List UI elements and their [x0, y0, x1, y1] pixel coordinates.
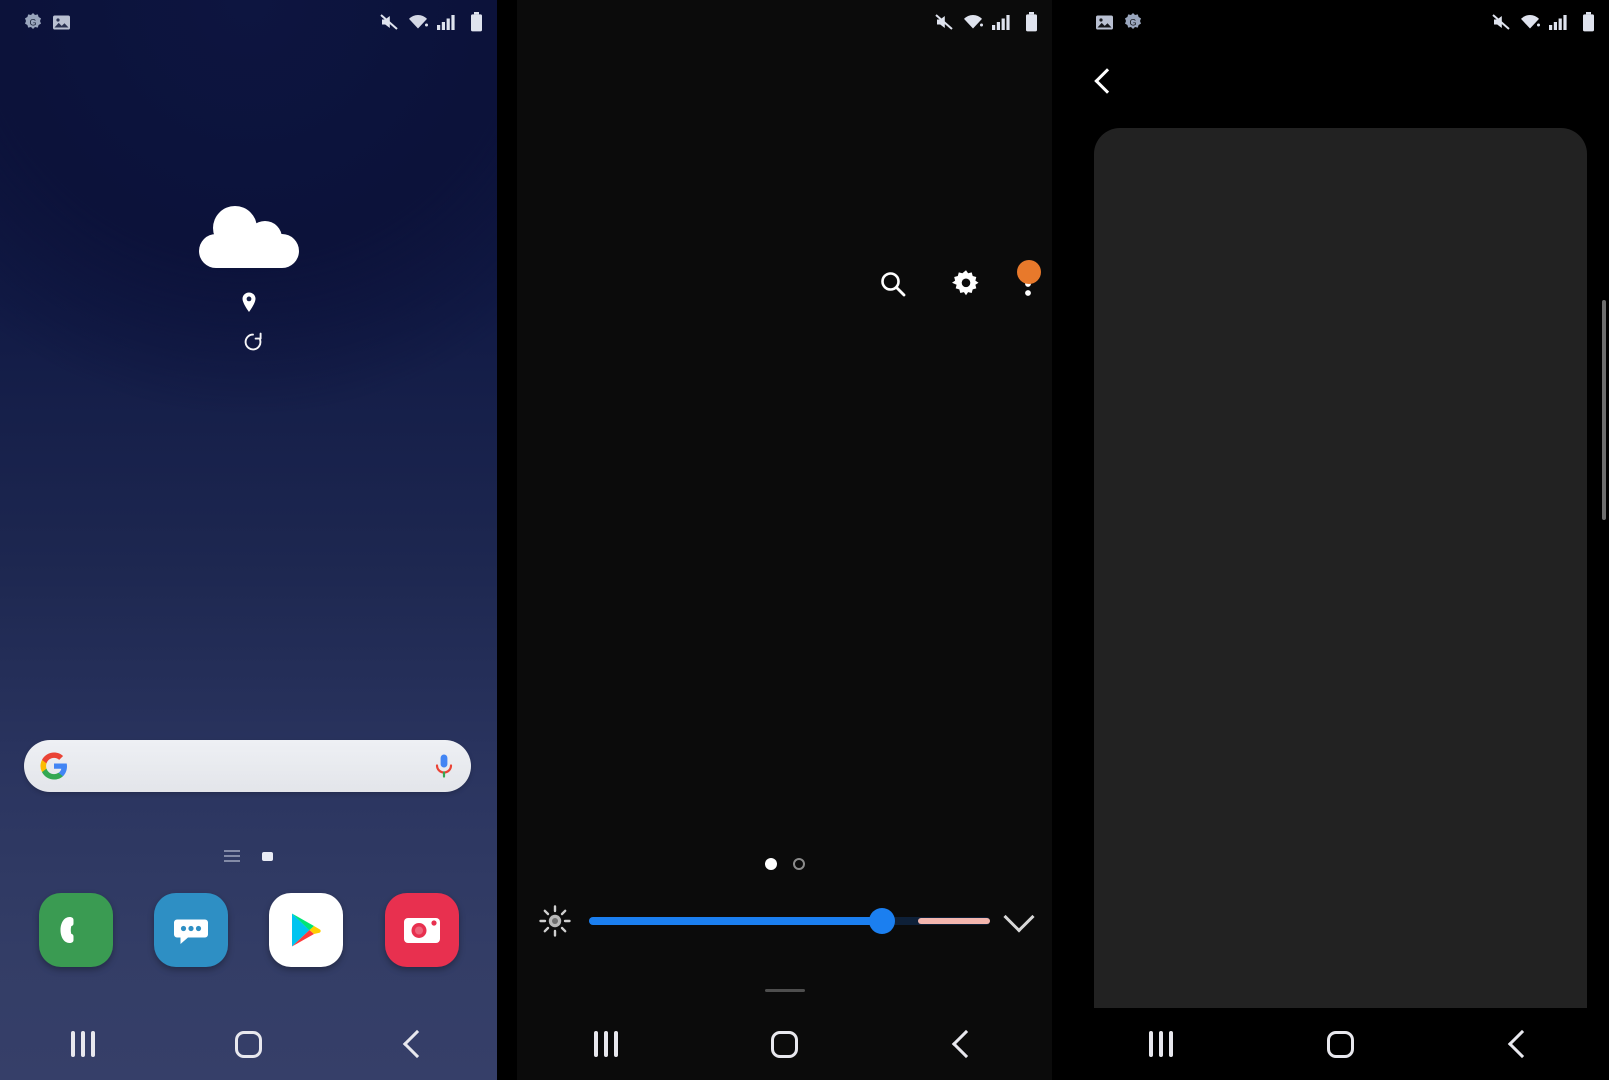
- screenshot-image-icon: [1095, 14, 1114, 31]
- microphone-icon[interactable]: [433, 753, 455, 779]
- brightness-control[interactable]: [517, 898, 1051, 944]
- mute-icon: [933, 12, 955, 32]
- app-dock: [0, 893, 497, 967]
- brightness-slider-handle[interactable]: [868, 908, 895, 934]
- wifi-icon: [1519, 13, 1541, 31]
- recents-button[interactable]: [1126, 1018, 1196, 1070]
- panel-divider-1: [497, 0, 518, 1080]
- location-pin-icon: [0, 292, 497, 318]
- signal-icon: [436, 13, 456, 31]
- phone-icon: [60, 917, 74, 943]
- home-button[interactable]: [750, 1018, 820, 1070]
- back-button[interactable]: [379, 1018, 449, 1070]
- signal-icon: [1548, 13, 1568, 31]
- back-button[interactable]: [928, 1018, 998, 1070]
- quickpanel-action-row: [878, 260, 1041, 300]
- refresh-icon[interactable]: [243, 332, 263, 352]
- panel-home-screen: G: [0, 0, 498, 1080]
- panel-software-info: G: [1071, 0, 1609, 1080]
- back-button[interactable]: [1484, 1018, 1554, 1070]
- play-store-icon: [292, 913, 322, 947]
- mute-icon: [378, 12, 400, 32]
- three-phone-screenshot-composite: G G: [0, 0, 1609, 1080]
- home-button[interactable]: [1305, 1018, 1375, 1070]
- recents-button[interactable]: [571, 1018, 641, 1070]
- battery-icon: [1025, 12, 1038, 32]
- search-icon[interactable]: [878, 269, 908, 299]
- wifi-icon: [962, 13, 984, 31]
- notification-badge: [1016, 260, 1041, 284]
- page-dot-1[interactable]: [764, 858, 777, 870]
- weather-widget[interactable]: [0, 178, 497, 352]
- status-bar-quickpanel: [517, 0, 1051, 44]
- signal-icon: [991, 13, 1011, 31]
- dock-app-phone[interactable]: [38, 893, 113, 967]
- software-info-card: [1093, 128, 1587, 1040]
- navigation-bar-settings: [1072, 1008, 1609, 1080]
- brightness-fill: [589, 917, 882, 925]
- settings-header: [1072, 46, 1609, 116]
- page-dot-active: [262, 851, 274, 861]
- svg-text:G: G: [1129, 18, 1136, 28]
- svg-text:G: G: [29, 18, 36, 28]
- google-search-bar[interactable]: [24, 740, 472, 792]
- camera-icon: [403, 918, 440, 943]
- page-dot-2[interactable]: [792, 858, 805, 870]
- navigation-bar-home: [0, 1008, 497, 1080]
- panel-drag-handle[interactable]: [764, 989, 805, 992]
- status-bar-home: G: [0, 0, 497, 44]
- panel-divider-2: [1051, 0, 1072, 1080]
- brightness-remaining-track: [917, 918, 990, 924]
- quickpanel-clock[interactable]: [517, 84, 1051, 96]
- google-g-icon: [40, 752, 68, 780]
- wifi-icon: [407, 13, 429, 31]
- more-options-icon[interactable]: [1016, 260, 1041, 299]
- mute-icon: [1490, 12, 1512, 32]
- dock-app-messages[interactable]: [153, 893, 228, 967]
- google-assistant-icon: G: [1123, 12, 1143, 32]
- google-assistant-icon: G: [23, 12, 43, 32]
- battery-icon: [1582, 12, 1595, 32]
- quickpanel-page-dots[interactable]: [517, 858, 1051, 870]
- gear-icon[interactable]: [950, 268, 982, 300]
- apps-lines-icon: [224, 850, 241, 862]
- scrollbar[interactable]: [1602, 300, 1606, 520]
- weather-updated-row: [0, 332, 497, 352]
- dock-app-camera[interactable]: [384, 893, 459, 967]
- status-bar-settings: G: [1072, 0, 1609, 44]
- panel-quick-settings: [517, 0, 1052, 1080]
- battery-icon: [470, 12, 483, 32]
- recents-button[interactable]: [48, 1018, 118, 1070]
- home-button[interactable]: [214, 1018, 284, 1070]
- chat-bubble-icon: [173, 919, 208, 944]
- screenshot-image-icon: [52, 14, 71, 31]
- chevron-down-icon[interactable]: [1003, 901, 1035, 933]
- navigation-bar-quickpanel: [517, 1008, 1051, 1080]
- back-arrow-icon[interactable]: [1093, 68, 1120, 94]
- cloud-icon: [198, 206, 299, 268]
- home-page-indicator[interactable]: [0, 850, 497, 862]
- brightness-icon: [539, 905, 572, 937]
- brightness-slider[interactable]: [589, 908, 990, 934]
- dock-app-play-store[interactable]: [269, 893, 344, 967]
